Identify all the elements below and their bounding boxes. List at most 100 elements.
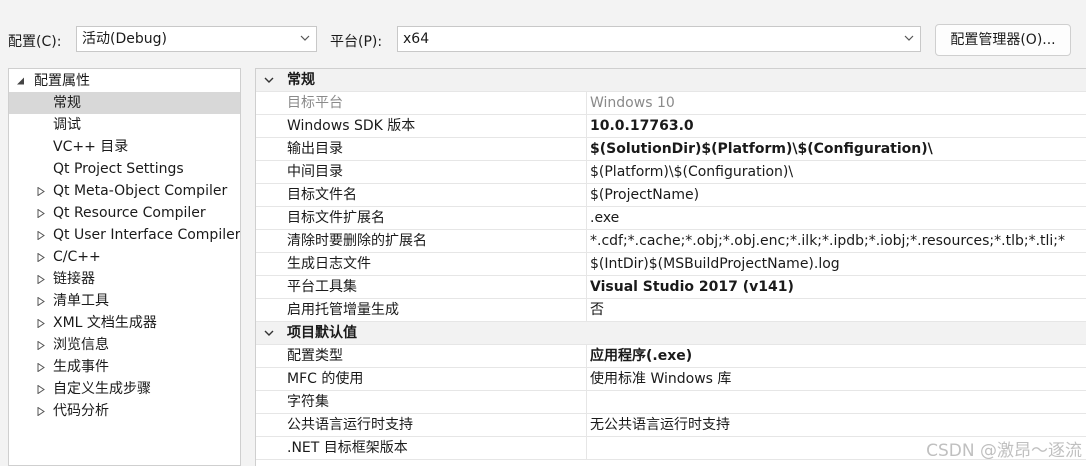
property-row[interactable]: 字符集	[256, 391, 1086, 414]
collapsed-triangle-icon[interactable]	[37, 363, 45, 372]
column-divider	[586, 299, 587, 321]
tree-item-label: Qt Project Settings	[53, 161, 184, 177]
property-name: MFC 的使用	[287, 371, 364, 387]
tree-item[interactable]: Qt Meta-Object Compiler	[9, 180, 240, 202]
tree-item-label: VC++ 目录	[53, 139, 129, 155]
collapsed-triangle-icon[interactable]	[37, 319, 45, 328]
column-divider	[586, 115, 587, 137]
column-divider	[586, 207, 587, 229]
tree-item-label: 常规	[53, 95, 81, 111]
property-row[interactable]: 目标文件扩展名 .exe	[256, 207, 1086, 230]
tree-item[interactable]: 清单工具	[9, 290, 240, 312]
platform-combo[interactable]: x64	[397, 26, 921, 52]
property-grid: 常规目标平台 Windows 10 Windows SDK 版本 10.0.17763…	[255, 68, 1086, 466]
property-value[interactable]: $(IntDir)$(MSBuildProjectName).log	[590, 253, 1085, 275]
column-divider	[586, 414, 587, 436]
tree-item-label: 浏览信息	[53, 337, 109, 353]
category-header[interactable]: 项目默认值	[256, 322, 1086, 345]
tree-item[interactable]: C/C++	[9, 246, 240, 268]
tree-root-label: 配置属性	[34, 73, 90, 89]
toolbar: 配置(C): 活动(Debug) 平台(P): x64 配置管理器(O)...	[0, 0, 1086, 68]
property-row[interactable]: 目标文件名 $(ProjectName)	[256, 184, 1086, 207]
property-value[interactable]: 应用程序(.exe)	[590, 345, 1085, 367]
collapsed-triangle-icon[interactable]	[37, 253, 45, 262]
chevron-down-icon[interactable]	[264, 76, 274, 84]
column-divider	[586, 161, 587, 183]
column-divider	[586, 92, 587, 114]
tree-item[interactable]: Qt Resource Compiler	[9, 202, 240, 224]
column-divider	[586, 276, 587, 298]
property-value[interactable]: Visual Studio 2017 (v141)	[590, 276, 1085, 298]
property-tree: 配置属性 常规调试 VC++ 目录 Qt Project Settings Qt Me…	[8, 68, 241, 466]
property-value[interactable]: $(Platform)\$(Configuration)\	[590, 161, 1085, 183]
property-name: 输出目录	[287, 141, 343, 157]
column-divider	[586, 368, 587, 390]
property-value[interactable]: Windows 10	[590, 92, 1085, 114]
column-divider	[586, 253, 587, 275]
category-title: 常规	[287, 72, 315, 88]
tree-item-label: 代码分析	[53, 403, 109, 419]
property-name: 生成日志文件	[287, 256, 371, 272]
config-combo[interactable]: 活动(Debug)	[76, 26, 317, 52]
tree-item[interactable]: 自定义生成步骤	[9, 378, 240, 400]
property-value[interactable]: .exe	[590, 207, 1085, 229]
configuration-manager-button[interactable]: 配置管理器(O)...	[935, 24, 1071, 56]
property-row[interactable]: 输出目录 $(SolutionDir)$(Platform)\$(Configur…	[256, 138, 1086, 161]
tree-item-label: 自定义生成步骤	[53, 381, 151, 397]
property-value[interactable]: $(SolutionDir)$(Platform)\$(Configuratio…	[590, 138, 1085, 160]
config-combo-value: 活动(Debug)	[82, 31, 167, 47]
tree-item[interactable]: 链接器	[9, 268, 240, 290]
property-row[interactable]: 清除时要删除的扩展名 *.cdf;*.cache;*.obj;*.obj.enc;…	[256, 230, 1086, 253]
property-name: .NET 目标框架版本	[287, 440, 408, 456]
property-value[interactable]: 10.0.17763.0	[590, 115, 1085, 137]
property-name: 平台工具集	[287, 279, 357, 295]
column-divider	[586, 437, 587, 459]
tree-item[interactable]: 常规	[9, 92, 240, 114]
tree-item[interactable]: Qt User Interface Compiler	[9, 224, 240, 246]
category-header[interactable]: 常规	[256, 69, 1086, 92]
property-value[interactable]: *.cdf;*.cache;*.obj;*.obj.enc;*.ilk;*.ip…	[590, 230, 1085, 252]
property-name: 中间目录	[287, 164, 343, 180]
platform-label: 平台(P):	[330, 34, 383, 50]
property-row[interactable]: 中间目录 $(Platform)\$(Configuration)\	[256, 161, 1086, 184]
tree-item-label: XML 文档生成器	[53, 315, 157, 331]
collapsed-triangle-icon[interactable]	[37, 297, 45, 306]
collapsed-triangle-icon[interactable]	[37, 209, 45, 218]
property-row[interactable]: 目标平台 Windows 10	[256, 92, 1086, 115]
collapsed-triangle-icon[interactable]	[37, 187, 45, 196]
property-name: 目标文件扩展名	[287, 210, 385, 226]
collapsed-triangle-icon[interactable]	[37, 231, 45, 240]
tree-item[interactable]: 代码分析	[9, 400, 240, 422]
property-row[interactable]: 公共语言运行时支持 无公共语言运行时支持	[256, 414, 1086, 437]
expanded-triangle-icon[interactable]	[17, 77, 25, 86]
tree-item[interactable]: 浏览信息	[9, 334, 240, 356]
tree-item[interactable]: 生成事件	[9, 356, 240, 378]
property-row[interactable]: MFC 的使用 使用标准 Windows 库	[256, 368, 1086, 391]
property-value[interactable]: 使用标准 Windows 库	[590, 368, 1085, 390]
tree-item-label: 链接器	[53, 271, 95, 287]
tree-item[interactable]: 调试	[9, 114, 240, 136]
collapsed-triangle-icon[interactable]	[37, 275, 45, 284]
tree-item[interactable]: VC++ 目录	[9, 136, 240, 158]
tree-item[interactable]: Qt Project Settings	[9, 158, 240, 180]
tree-item-label: 生成事件	[53, 359, 109, 375]
column-divider	[586, 230, 587, 252]
property-row[interactable]: Windows SDK 版本 10.0.17763.0	[256, 115, 1086, 138]
property-value[interactable]: 无公共语言运行时支持	[590, 414, 1085, 436]
collapsed-triangle-icon[interactable]	[37, 385, 45, 394]
property-name: 启用托管增量生成	[287, 302, 399, 318]
property-row[interactable]: 生成日志文件 $(IntDir)$(MSBuildProjectName).log	[256, 253, 1086, 276]
tree-item[interactable]: XML 文档生成器	[9, 312, 240, 334]
property-row[interactable]: 启用托管增量生成 否	[256, 299, 1086, 322]
column-divider	[586, 391, 587, 413]
collapsed-triangle-icon[interactable]	[37, 407, 45, 416]
property-value[interactable]: $(ProjectName)	[590, 184, 1085, 206]
chevron-down-icon[interactable]	[264, 329, 274, 337]
collapsed-triangle-icon[interactable]	[37, 341, 45, 350]
chevron-down-icon	[904, 35, 914, 41]
tree-root-config-properties[interactable]: 配置属性	[9, 70, 240, 92]
property-row[interactable]: 配置类型 应用程序(.exe)	[256, 345, 1086, 368]
column-divider	[586, 345, 587, 367]
property-row[interactable]: 平台工具集 Visual Studio 2017 (v141)	[256, 276, 1086, 299]
property-value[interactable]: 否	[590, 299, 1085, 321]
